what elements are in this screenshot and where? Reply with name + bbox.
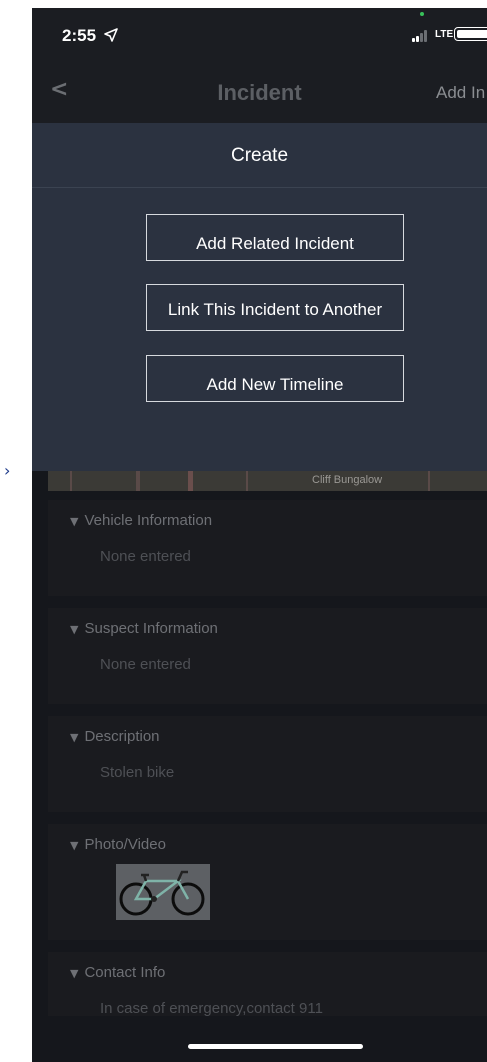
- sheet-header: Create: [32, 123, 487, 188]
- triangle-down-icon: ▼: [70, 839, 79, 852]
- map-road: [70, 471, 72, 491]
- triangle-down-icon: ▼: [70, 967, 79, 980]
- section-value: None entered: [100, 548, 191, 565]
- section-title: Photo/Video: [84, 836, 166, 853]
- description-section[interactable]: ▼ Description Stolen bike: [48, 716, 487, 812]
- triangle-down-icon: ▼: [70, 731, 79, 744]
- side-marker-chevron: ›: [4, 461, 11, 480]
- section-value: None entered: [100, 656, 191, 673]
- status-time: 2:55: [62, 26, 118, 46]
- signal-strength-icon: [412, 30, 430, 42]
- home-indicator[interactable]: [188, 1044, 363, 1049]
- battery-icon: [454, 27, 487, 41]
- section-title: Contact Info: [84, 964, 166, 981]
- section-header[interactable]: ▼ Vehicle Information: [70, 512, 212, 529]
- section-header[interactable]: ▼ Suspect Information: [70, 620, 218, 637]
- mic-indicator-dot: [420, 12, 424, 16]
- map-road: [136, 471, 140, 491]
- section-value: Stolen bike: [100, 764, 175, 781]
- map-road: [188, 471, 193, 491]
- phone-screen: 2:55 LTE < Incident Add In Create Add Re…: [32, 8, 487, 1062]
- add-incident-button[interactable]: Add In: [436, 83, 485, 103]
- section-value: In case of emergency,contact 911: [100, 1000, 323, 1017]
- map-place-label: Cliff Bungalow: [312, 474, 383, 486]
- map-view[interactable]: Cliff Bungalow: [48, 471, 487, 491]
- location-arrow-icon: [103, 28, 118, 42]
- page-title: Incident: [217, 80, 302, 105]
- home-bar-area: [32, 1016, 487, 1062]
- add-related-incident-button[interactable]: Add Related Incident: [146, 214, 404, 261]
- navigation-bar: < Incident Add In: [32, 63, 487, 123]
- section-title: Vehicle Information: [84, 512, 213, 529]
- section-header[interactable]: ▼ Contact Info: [70, 964, 165, 981]
- section-title: Description: [84, 728, 160, 745]
- map-road: [428, 471, 430, 491]
- triangle-down-icon: ▼: [70, 623, 79, 636]
- photo-video-section[interactable]: ▼ Photo/Video: [48, 824, 487, 940]
- section-header[interactable]: ▼ Description: [70, 728, 160, 745]
- section-header[interactable]: ▼ Photo/Video: [70, 836, 166, 853]
- screenshot-page: › 2:55 LTE < Incident Add In Create Add …: [0, 0, 487, 1062]
- status-bar: 2:55 LTE: [32, 8, 487, 63]
- bicycle-photo[interactable]: [116, 864, 210, 920]
- sheet-title: Create: [230, 145, 289, 166]
- triangle-down-icon: ▼: [70, 515, 79, 528]
- network-type-label: LTE: [435, 29, 454, 40]
- suspect-information-section[interactable]: ▼ Suspect Information None entered: [48, 608, 487, 704]
- section-title: Suspect Information: [84, 620, 218, 637]
- add-new-timeline-button[interactable]: Add New Timeline: [146, 355, 404, 402]
- map-road: [246, 471, 248, 491]
- link-incident-button[interactable]: Link This Incident to Another: [146, 284, 404, 331]
- vehicle-information-section[interactable]: ▼ Vehicle Information None entered: [48, 500, 487, 596]
- create-action-sheet: Create Add Related Incident Link This In…: [32, 123, 487, 471]
